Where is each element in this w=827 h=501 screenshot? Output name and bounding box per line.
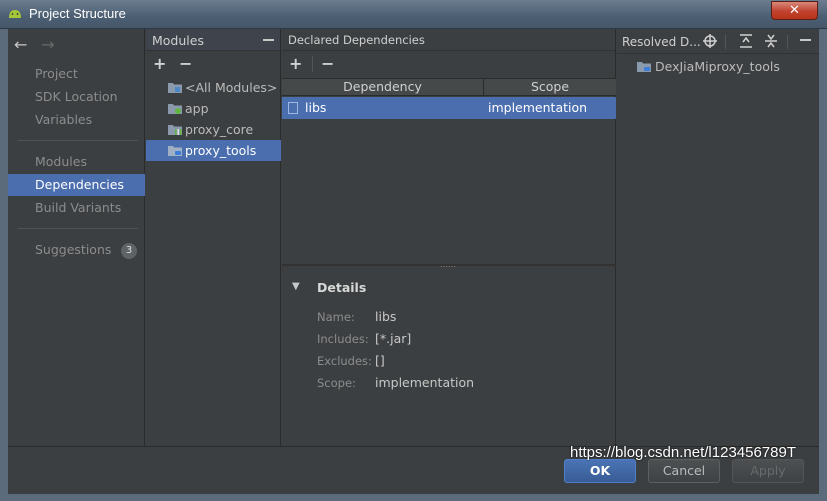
- jar-library-icon: [288, 102, 298, 114]
- suggestions-count-badge: 3: [121, 243, 137, 259]
- module-label: proxy_tools: [185, 143, 257, 158]
- folder-icon: [168, 83, 182, 93]
- dependency-scope: implementation: [488, 100, 588, 115]
- apply-button[interactable]: Apply: [732, 459, 804, 483]
- module-item-proxy-core[interactable]: proxy_core: [146, 119, 281, 140]
- module-label: app: [185, 101, 209, 116]
- title-bar: Project Structure ✕: [0, 0, 827, 29]
- forward-arrow-icon[interactable]: →: [41, 35, 54, 54]
- minimize-icon[interactable]: [800, 39, 811, 41]
- resolved-dependencies-title: Resolved D...: [622, 35, 701, 49]
- nav-divider: [18, 228, 138, 229]
- declared-dependencies-title: Declared Dependencies: [288, 33, 425, 47]
- nav-item-suggestions-label: Suggestions: [35, 242, 112, 257]
- details-includes-value: [*.jar]: [375, 331, 412, 346]
- close-icon: ✕: [789, 3, 800, 18]
- details-scope-label: Scope:: [317, 376, 356, 390]
- details-name-value: libs: [375, 309, 397, 324]
- nav-item-build-variants[interactable]: Build Variants: [8, 197, 145, 219]
- details-includes-label: Includes:: [317, 332, 369, 346]
- window-frame-right: [819, 29, 827, 501]
- declared-dependencies-panel: Declared Dependencies + − Dependency Sco…: [282, 29, 616, 446]
- java-module-icon: [637, 62, 651, 72]
- table-row[interactable]: libs implementation: [282, 97, 616, 119]
- collapse-triangle-icon[interactable]: ▼: [292, 281, 300, 292]
- details-excludes-value: []: [375, 353, 385, 368]
- nav-item-project[interactable]: Project: [8, 63, 145, 85]
- settings-nav: ← → Project SDK Location Variables Modul…: [8, 29, 145, 446]
- resolved-item[interactable]: DexJiaMiproxy_tools: [655, 59, 780, 74]
- toolbar-divider: [725, 35, 726, 49]
- modules-title: Modules: [152, 33, 204, 48]
- details-scope-value: implementation: [375, 375, 475, 390]
- app-module-icon: [168, 104, 182, 114]
- module-item-app[interactable]: app: [146, 98, 281, 119]
- nav-item-suggestions[interactable]: Suggestions 3: [8, 239, 145, 261]
- dialog-content: ← → Project SDK Location Variables Modul…: [8, 29, 819, 494]
- collapse-all-icon[interactable]: [764, 34, 778, 48]
- header-divider: [617, 53, 819, 54]
- module-label: proxy_core: [185, 122, 254, 137]
- watermark-url: https://blog.csdn.net/l123456789T: [570, 444, 796, 461]
- expand-all-icon[interactable]: [739, 34, 753, 48]
- minimize-icon[interactable]: [263, 39, 274, 41]
- window-frame-bottom: [0, 494, 827, 501]
- window-title: Project Structure: [29, 6, 126, 21]
- close-button[interactable]: ✕: [771, 1, 818, 20]
- details-name-label: Name:: [317, 310, 355, 324]
- module-label: <All Modules>: [185, 80, 278, 95]
- modules-header: Modules: [146, 29, 280, 51]
- ok-button[interactable]: OK: [564, 459, 636, 483]
- toolbar-divider: [787, 35, 788, 49]
- nav-item-variables[interactable]: Variables: [8, 109, 145, 131]
- toolbar-divider: [312, 56, 313, 72]
- module-item-all-modules[interactable]: <All Modules>: [146, 77, 281, 98]
- locate-icon[interactable]: [703, 34, 717, 48]
- remove-dependency-button[interactable]: −: [321, 54, 334, 73]
- module-item-proxy-tools[interactable]: proxy_tools: [146, 140, 281, 161]
- remove-module-button[interactable]: −: [179, 54, 192, 73]
- nav-item-sdk-location[interactable]: SDK Location: [8, 86, 145, 108]
- details-title: Details: [317, 280, 367, 295]
- nav-divider: [18, 140, 138, 141]
- nav-item-modules[interactable]: Modules: [8, 151, 145, 173]
- library-module-icon: [168, 125, 182, 135]
- column-header-scope[interactable]: Scope: [484, 79, 616, 95]
- dependency-name: libs: [305, 100, 327, 115]
- android-icon: [9, 10, 21, 18]
- add-module-button[interactable]: +: [153, 54, 166, 73]
- back-arrow-icon[interactable]: ←: [14, 35, 27, 54]
- column-header-dependency[interactable]: Dependency: [282, 79, 484, 95]
- resolved-dependencies-panel: Resolved D... DexJiaMiproxy_tools: [617, 29, 819, 446]
- nav-arrows: ← →: [14, 35, 65, 54]
- add-dependency-button[interactable]: +: [289, 54, 302, 73]
- cancel-button[interactable]: Cancel: [648, 459, 720, 483]
- splitter-grip-icon[interactable]: ⋯⋯: [440, 262, 456, 271]
- details-excludes-label: Excludes:: [317, 354, 372, 368]
- dependencies-table-header: Dependency Scope: [282, 78, 616, 96]
- modules-panel: Modules + − <All Modules> app proxy_core: [146, 29, 281, 446]
- window-frame-left: [0, 29, 8, 501]
- java-module-icon: [168, 146, 182, 156]
- nav-item-dependencies[interactable]: Dependencies: [8, 174, 145, 196]
- declared-dependencies-header: Declared Dependencies: [282, 29, 615, 51]
